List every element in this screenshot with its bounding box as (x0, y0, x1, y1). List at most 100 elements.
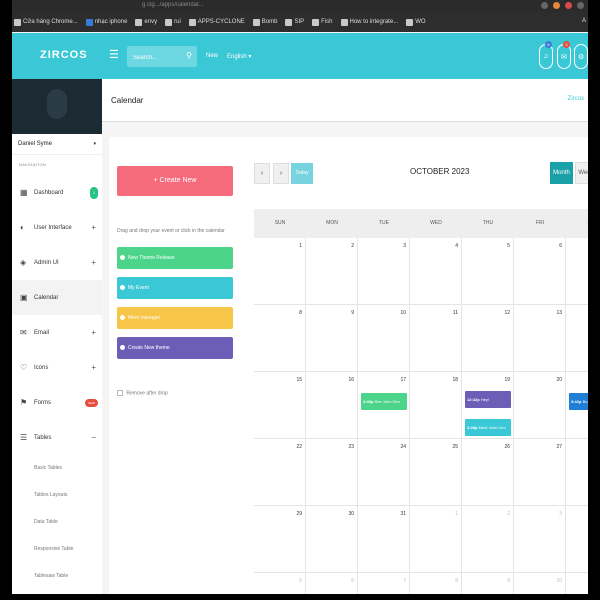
user-menu[interactable]: Daniel Syme ▾ (12, 134, 102, 155)
messages-button[interactable]: ✉ 3 (557, 41, 571, 69)
day-cell[interactable]: 24 (358, 439, 410, 506)
day-cell[interactable]: 25 (410, 439, 462, 506)
day-cell[interactable]: 10 (514, 573, 566, 594)
today-button[interactable]: Today (291, 163, 313, 184)
day-cell[interactable]: 10 (358, 305, 410, 372)
other-bookmarks[interactable]: A (582, 18, 586, 24)
sidebar-item-calendar[interactable]: ▣ Calendar (12, 280, 102, 315)
month-view-button[interactable]: Month (550, 162, 573, 184)
day-cell[interactable]: 7 (566, 238, 588, 305)
day-cell[interactable]: 31 (358, 506, 410, 573)
day-cell[interactable]: 14 (566, 305, 588, 372)
day-cell[interactable]: 9 (306, 305, 358, 372)
day-cell[interactable]: 11 (566, 573, 588, 594)
bookmark[interactable]: How to integrate... (340, 18, 398, 26)
calendar-event[interactable]: 4:46p See John Deo (361, 393, 407, 410)
day-cell[interactable]: 12 (462, 305, 514, 372)
bookmark[interactable]: envy (135, 18, 157, 26)
sidebar-item-dashboard[interactable]: ▦ Dashboard 1 (12, 175, 102, 210)
menu-icon[interactable]: ☰ (109, 48, 119, 61)
day-cell[interactable]: 2 (462, 506, 514, 573)
day-cell[interactable]: 15 (254, 372, 306, 439)
day-cell[interactable]: 23 (306, 439, 358, 506)
dot-icon (120, 285, 125, 290)
prev-month-button[interactable]: ‹ (254, 163, 270, 184)
day-cell[interactable]: 8 (410, 573, 462, 594)
sidebar-subitem-basic-tables[interactable]: Basic Tables (12, 455, 102, 482)
day-cell[interactable]: 6 (306, 573, 358, 594)
external-event[interactable]: New Theme Release (117, 247, 233, 269)
day-cell[interactable]: 3 (358, 238, 410, 305)
day-cell[interactable]: 29 (254, 506, 306, 573)
bookmark[interactable]: WO (406, 18, 426, 26)
bookmark[interactable]: SIP (285, 18, 304, 26)
create-new-button[interactable]: + Create New (117, 166, 233, 196)
external-event[interactable]: Meet manager (117, 307, 233, 329)
day-cell[interactable]: 9 (462, 573, 514, 594)
sidebar-item-user-interface[interactable]: ◐ User Interface + (12, 210, 102, 245)
day-cell[interactable]: 26 (462, 439, 514, 506)
day-cell[interactable]: 4 (410, 238, 462, 305)
sidebar-subitem-responsive-table[interactable]: Responsive Table (12, 536, 102, 563)
extension-icon[interactable] (577, 2, 584, 9)
language-dropdown[interactable]: English ▾ (227, 53, 251, 60)
settings-button[interactable]: ⚙ (574, 44, 588, 69)
extension-icon[interactable] (541, 2, 548, 9)
sidebar-item-email[interactable]: ✉ Email + (12, 315, 102, 350)
sidebar-item-admin-ui[interactable]: ◈ Admin UI + (12, 245, 102, 280)
day-cell[interactable]: 3 (514, 506, 566, 573)
bookmark[interactable]: APPS-CYCLONE (188, 18, 245, 26)
day-cell[interactable]: 5 (254, 573, 306, 594)
day-cell[interactable]: 11 (410, 305, 462, 372)
breadcrumb[interactable]: Zircos (568, 96, 584, 102)
avatar[interactable] (47, 89, 67, 119)
remove-after-drop-checkbox[interactable] (117, 390, 123, 396)
day-cell[interactable]: 8 (254, 305, 306, 372)
extension-icon[interactable] (565, 2, 572, 9)
day-cell[interactable]: 13 (514, 305, 566, 372)
address-bar[interactable]: g.clg.../apps/calendar... (12, 0, 588, 12)
calendar-event[interactable]: 12:42p Hey! (465, 391, 511, 408)
day-cell[interactable]: 27 (514, 439, 566, 506)
bookmark[interactable]: rui (165, 18, 181, 26)
extension-icon[interactable] (553, 2, 560, 9)
search-icon[interactable]: ⚲ (186, 51, 192, 60)
new-link[interactable]: New (206, 53, 218, 59)
day-cell[interactable]: 2 (306, 238, 358, 305)
calendar-event[interactable]: 3:42p Buy a T (569, 393, 588, 410)
sidebar-subitem-data-table[interactable]: Data Table (12, 509, 102, 536)
bookmark[interactable]: Cửa hàng Chrome... (14, 18, 78, 26)
day-cell[interactable]: 22 (254, 439, 306, 506)
day-cell[interactable]: 1 (410, 506, 462, 573)
external-event[interactable]: My Event (117, 277, 233, 299)
day-cell[interactable]: 28 (566, 439, 588, 506)
bookmark[interactable]: nhạc iphone (85, 18, 127, 26)
day-cell[interactable]: 16 (306, 372, 358, 439)
app-logo[interactable]: ZIRCOS (40, 49, 88, 61)
day-cell[interactable]: 20 (514, 372, 566, 439)
calendar-card: + Create New Drag and drop your event or… (109, 137, 588, 594)
day-cell[interactable]: 18 (410, 372, 462, 439)
sidebar-item-tables[interactable]: ☰ Tables − (12, 420, 102, 455)
url-text[interactable]: g.clg.../apps/calendar... (142, 2, 442, 10)
sidebar-item-forms[interactable]: ⚑ Forms NEW (12, 385, 102, 420)
bookmark[interactable]: Fish (312, 18, 333, 26)
external-event[interactable]: Create New theme (117, 337, 233, 359)
calendar-event[interactable]: 3:28p Meet John Deo (465, 419, 511, 436)
bookmark[interactable]: Bomb (252, 18, 277, 26)
day-cell[interactable]: 7 (358, 573, 410, 594)
day-cell[interactable]: 30 (306, 506, 358, 573)
week-view-button[interactable]: Week (575, 162, 588, 184)
remove-after-drop[interactable]: Remove after drop (117, 390, 168, 396)
day-cell[interactable]: 6 (514, 238, 566, 305)
notifications-button[interactable]: ♫ 6 (539, 41, 553, 69)
sidebar-subitem-tablesaw-table[interactable]: Tablesaw Table (12, 563, 102, 590)
sidebar-subitem-tables-layouts[interactable]: Tables Layouts (12, 482, 102, 509)
day-number: 12 (504, 310, 510, 316)
sidebar-item-icons[interactable]: ♡ Icons + (12, 350, 102, 385)
search-input[interactable] (127, 47, 183, 69)
day-cell[interactable]: 4 (566, 506, 588, 573)
day-cell[interactable]: 5 (462, 238, 514, 305)
day-cell[interactable]: 1 (254, 238, 306, 305)
next-month-button[interactable]: › (273, 163, 289, 184)
